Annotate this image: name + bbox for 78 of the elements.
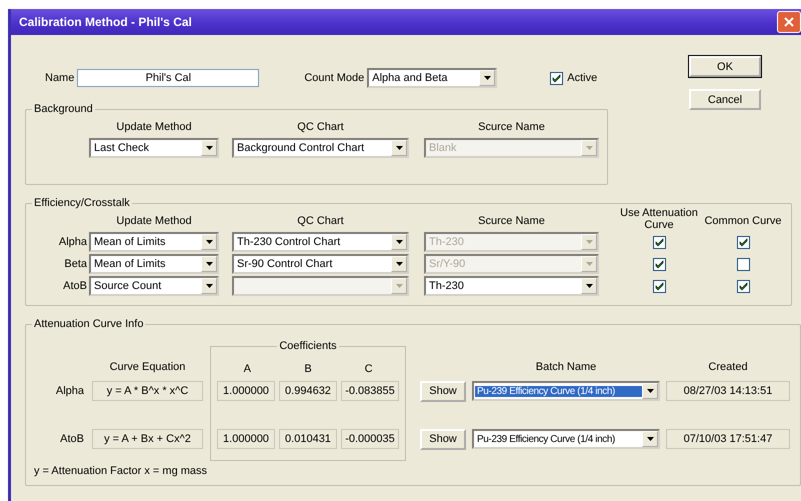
group-title: Efficiency/Crosstalk <box>33 197 131 209</box>
row-label: Alpha <box>54 385 85 397</box>
dropdown-arrow-icon <box>396 284 402 288</box>
checkbox[interactable] <box>652 236 666 248</box>
count-mode-dropdown[interactable]: Alpha and Beta <box>367 68 498 88</box>
checkbox[interactable] <box>652 280 666 292</box>
created-field: 08/27/03 14:13:51 <box>666 381 790 401</box>
batch-name-dropdown[interactable]: Pu-239 Efficiency Curve (1/4 inch) <box>472 429 660 449</box>
show-button[interactable]: Show <box>420 380 466 402</box>
coefficient-field: 1.000000 <box>217 429 275 449</box>
dropdown-arrow-icon <box>646 389 654 393</box>
column-header: Use Attenuation Curve <box>619 207 699 231</box>
column-header: Update Method <box>115 121 193 133</box>
checkbox[interactable] <box>736 280 750 292</box>
dropdown-arrow-icon <box>396 146 402 150</box>
count-mode-label: Count Mode <box>304 72 366 84</box>
column-header: C <box>364 363 374 375</box>
checkbox[interactable] <box>736 236 750 248</box>
group-title: Coefficients <box>278 340 338 352</box>
name-field[interactable]: Phil's Cal <box>77 69 260 87</box>
column-header: A <box>242 363 252 375</box>
column-header: Batch Name <box>534 361 598 373</box>
column-header: Scurce Name <box>477 215 546 227</box>
row-label: Beta <box>63 258 88 270</box>
checkbox[interactable] <box>736 258 750 270</box>
column-header: Scurce Name <box>477 121 546 133</box>
group-title: Attenuation Curve Info <box>33 318 144 330</box>
dropdown-arrow-icon <box>586 240 592 244</box>
dropdown[interactable]: Source Count <box>89 276 219 296</box>
dropdown-arrow-icon <box>206 146 212 150</box>
equation-field: y = A + Bx + Cx^2 <box>92 429 203 449</box>
footnote: y = Attenuation Factor x = mg mass <box>34 465 208 477</box>
dropdown[interactable]: Mean of Limits <box>89 232 219 252</box>
created-field: 07/10/03 17:51:47 <box>666 429 790 449</box>
coefficient-field: 0.010431 <box>279 429 337 449</box>
column-header: QC Chart <box>296 121 345 133</box>
cancel-button[interactable]: Cancel <box>689 89 761 110</box>
dropdown-arrow-icon <box>586 262 592 266</box>
coefficient-field: 1.000000 <box>217 381 275 401</box>
dropdown-arrow-icon <box>646 437 654 441</box>
group-title: Background <box>33 103 94 115</box>
dropdown[interactable]: Background Control Chart <box>232 138 409 158</box>
column-header: Common Curve <box>703 215 783 227</box>
dropdown-arrow-icon <box>206 262 212 266</box>
dropdown-arrow-icon <box>396 240 402 244</box>
equation-field: y = A * B^x * x^C <box>92 381 203 401</box>
column-header: Update Method <box>115 215 193 227</box>
coefficient-field: -0.083855 <box>341 381 399 401</box>
batch-name-dropdown[interactable]: Pu-239 Efficiency Curve (1/4 inch) <box>472 381 660 401</box>
dropdown[interactable]: Th-230 <box>424 276 599 296</box>
row-label: Alpha <box>58 236 88 248</box>
dropdown-arrow-icon <box>396 262 402 266</box>
close-icon <box>784 17 794 27</box>
row-label: AtoB <box>59 433 85 445</box>
window-title: Calibration Method - Phil's Cal <box>19 15 192 29</box>
checkbox[interactable] <box>652 258 666 270</box>
dropdown-arrow-icon <box>206 240 212 244</box>
dropdown-arrow-icon <box>586 284 592 288</box>
dropdown[interactable]: Sr-90 Control Chart <box>232 254 409 274</box>
dropdown[interactable]: Last Check <box>89 138 219 158</box>
dropdown-arrow-icon <box>586 146 592 150</box>
column-header: B <box>303 363 313 375</box>
name-label: Name <box>45 72 76 84</box>
dropdown-arrow-icon <box>484 76 491 80</box>
active-label: Active <box>567 72 598 84</box>
dropdown[interactable]: Th-230 Control Chart <box>232 232 409 252</box>
row-label: AtoB <box>62 280 88 292</box>
ok-button[interactable]: OK <box>689 56 761 77</box>
coefficient-field: 0.994632 <box>279 381 337 401</box>
dropdown-arrow-icon <box>206 284 212 288</box>
coefficient-field: -0.000035 <box>341 429 399 449</box>
column-header: Created <box>707 361 749 373</box>
dropdown[interactable]: Mean of Limits <box>89 254 219 274</box>
show-button[interactable]: Show <box>420 428 466 450</box>
close-button[interactable] <box>777 11 801 33</box>
column-header: Curve Equation <box>108 361 186 373</box>
checkbox[interactable] <box>550 72 564 84</box>
column-header: QC Chart <box>296 215 345 227</box>
